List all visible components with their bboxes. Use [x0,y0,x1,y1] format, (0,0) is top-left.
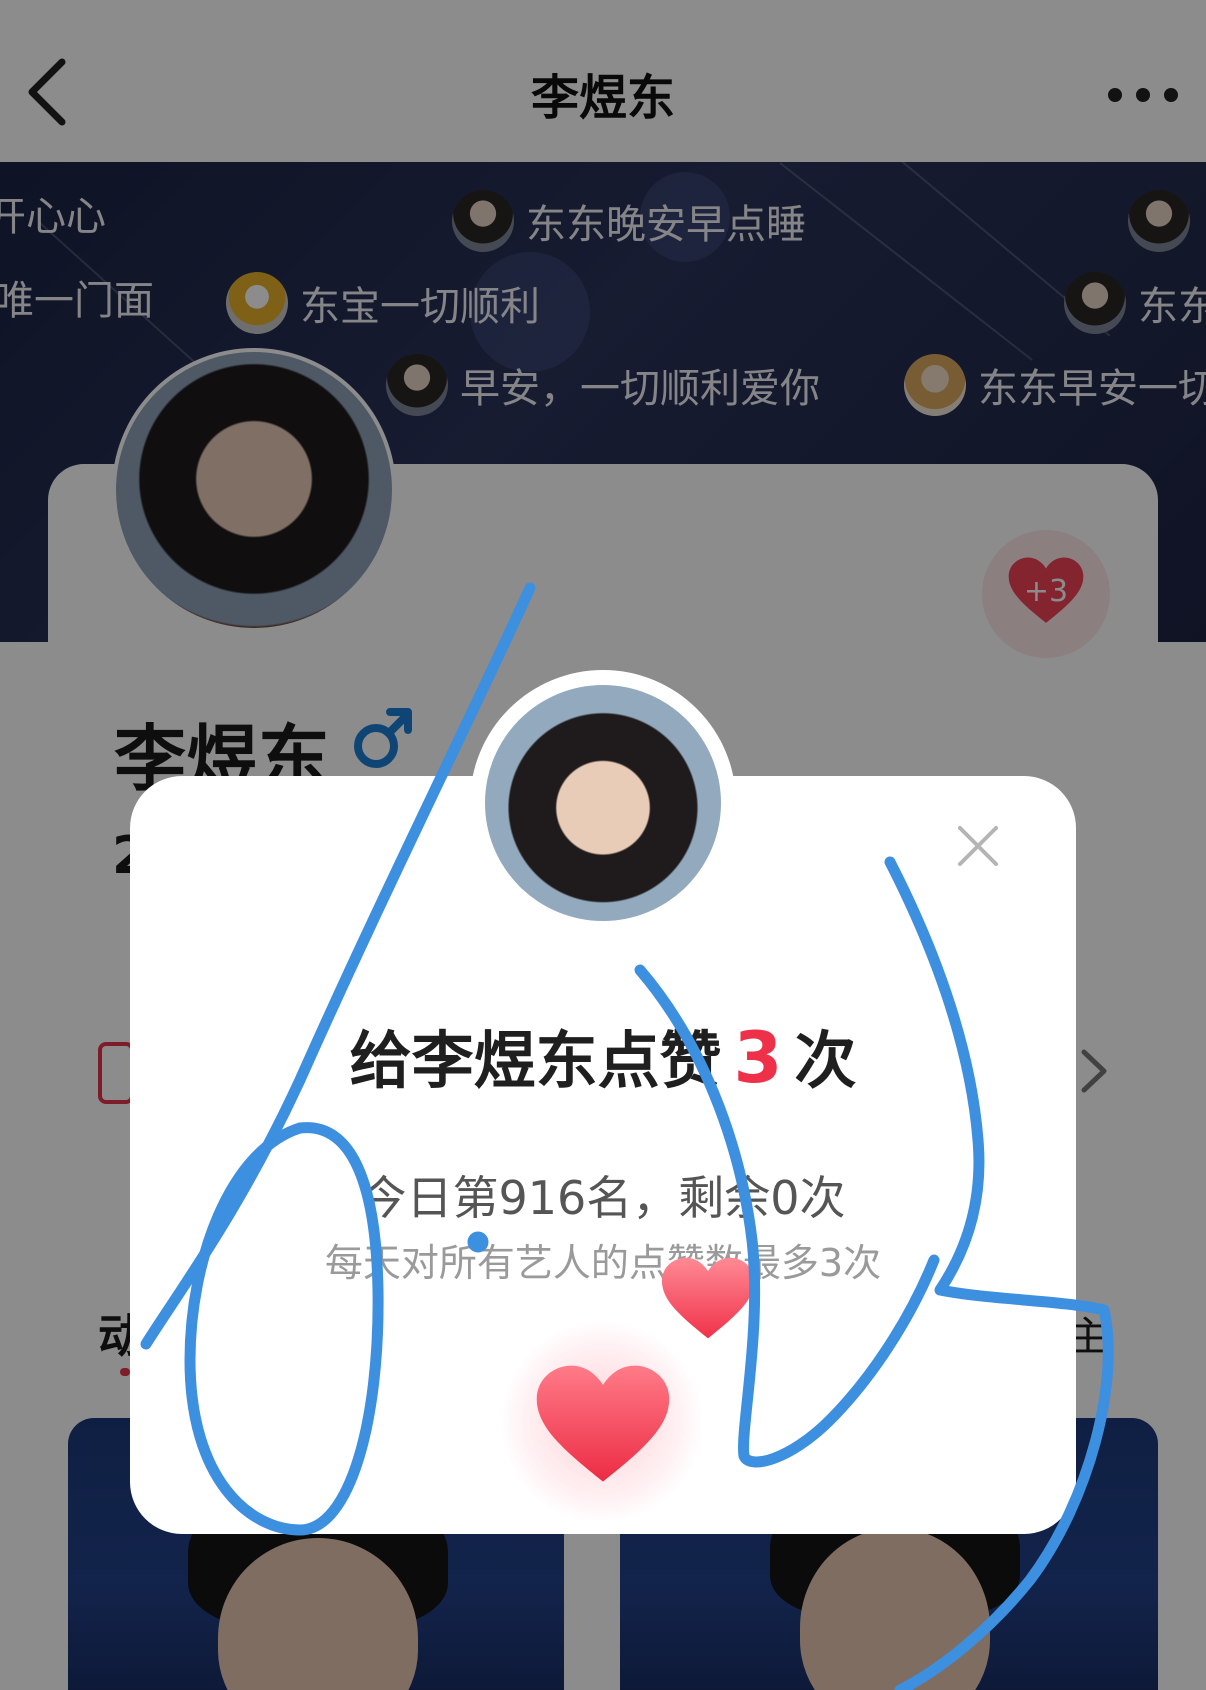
modal-title-prefix: 给李煜东点赞 [349,1024,722,1097]
limit-note: 每天对所有艺人的点赞数最多3次 [324,1241,882,1285]
heart-icon [661,1257,755,1339]
modal-title: 给李煜东点赞 3 次 [130,1010,1076,1100]
modal-title-suffix: 次 [794,1024,857,1097]
heart-icon[interactable] [534,1360,672,1490]
close-icon[interactable] [954,822,1002,870]
rank-text: 今日第916名，剩余0次 [360,1171,846,1225]
like-count: 3 [733,1017,783,1099]
modal-avatar [485,685,721,921]
